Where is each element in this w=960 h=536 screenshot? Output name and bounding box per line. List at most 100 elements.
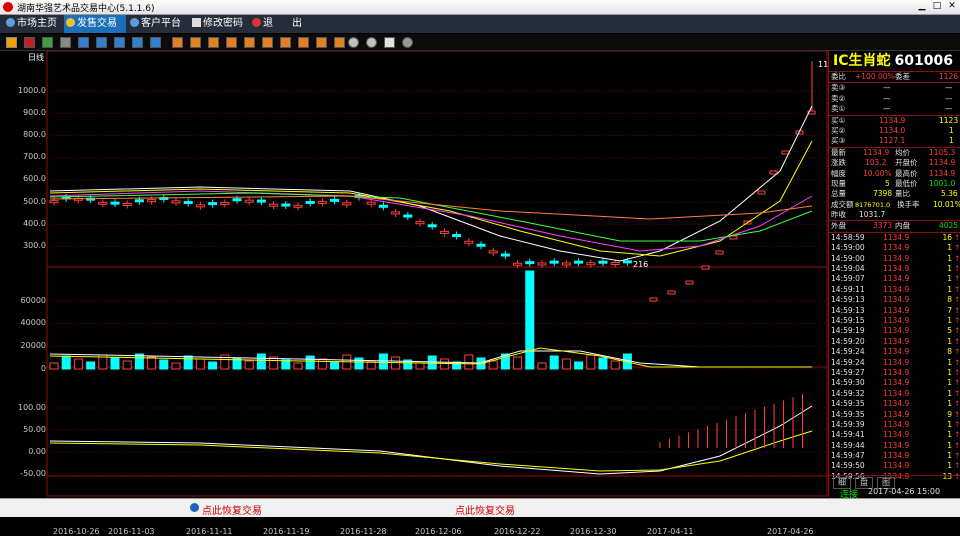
volume-bar: [379, 354, 387, 369]
maximize-button[interactable]: □: [930, 1, 944, 12]
volume-bar: [465, 355, 473, 369]
volume-bar: [209, 362, 217, 369]
menu-client-platform[interactable]: 客户平台: [128, 15, 188, 33]
date-tick: 2016-11-03: [108, 527, 155, 536]
title-bar: 湖南华强艺术品交易中心(5.1.1.6) ▁ □ ✕: [0, 0, 960, 15]
menu-issue-trade[interactable]: 发售交易: [64, 15, 126, 33]
date-tick: 2016-11-19: [263, 527, 310, 536]
zoom-out-icon[interactable]: [366, 37, 377, 48]
candle-body: [623, 261, 631, 263]
candle-body: [702, 266, 709, 269]
gear-icon[interactable]: [402, 37, 413, 48]
close-button[interactable]: ✕: [945, 1, 959, 12]
tool7-icon[interactable]: [280, 37, 291, 48]
volume-tick: 0: [2, 364, 46, 373]
candle-body: [209, 203, 217, 205]
candle-body: [611, 262, 619, 264]
tool6-icon[interactable]: [262, 37, 273, 48]
tool2-icon[interactable]: [190, 37, 201, 48]
stat-row: 总量 7398 量比 5.36: [829, 189, 960, 199]
stat-row: 现量 5 最低价 1001.0: [829, 179, 960, 189]
moving-average-line: [50, 106, 812, 261]
tool5-icon[interactable]: [244, 37, 255, 48]
tool4-icon[interactable]: [226, 37, 237, 48]
f2-icon[interactable]: [96, 37, 107, 48]
volume-bar: [160, 360, 168, 369]
menu-change-password[interactable]: 修改密码: [190, 15, 254, 33]
tool3-icon[interactable]: [208, 37, 219, 48]
tick-row: 14:58:59 1134.9 16 ↑: [829, 233, 960, 243]
resume-trade-link-2[interactable]: 点此恢复交易: [455, 502, 515, 517]
f5-icon[interactable]: [150, 37, 161, 48]
tick-row: 14:59:13 1134.9 8 ↑: [829, 295, 960, 305]
power-icon: [252, 18, 261, 27]
price-tick: 900.0: [2, 108, 46, 117]
volume-bar: [172, 363, 180, 369]
volume-bar: [294, 363, 302, 369]
volume-tick: 20000: [2, 341, 46, 350]
trend-icon[interactable]: [24, 37, 35, 48]
tick-row: 14:59:04 1134.9 1 ↑: [829, 264, 960, 274]
menu-exit[interactable]: 退: [250, 15, 278, 33]
resume-trade-link[interactable]: 点此恢复交易: [202, 502, 262, 517]
f3-icon[interactable]: [114, 37, 125, 48]
up-arrow-icon: ↑: [954, 389, 960, 399]
f1-icon[interactable]: [78, 37, 89, 48]
up-arrow-icon: ↑: [954, 274, 960, 284]
candle-body: [770, 171, 777, 174]
price-tick: 300.0: [2, 241, 46, 250]
volume-bar: [587, 355, 595, 369]
up-arrow-icon: ↑: [954, 254, 960, 264]
price-tick: 1000.0: [2, 86, 46, 95]
candle-body: [453, 235, 461, 237]
price-tick: 400.0: [2, 219, 46, 228]
sell-row: 卖② — —: [829, 94, 960, 104]
draw-icon[interactable]: [384, 37, 395, 48]
up-arrow-icon: ↑: [954, 285, 960, 295]
up-arrow-icon: ↑: [954, 264, 960, 274]
volume-bar: [123, 361, 131, 369]
window-title: 湖南华强艺术品交易中心(5.1.1.6): [17, 1, 155, 14]
date-tick: 2016-12-22: [494, 527, 541, 536]
tool1-icon[interactable]: [172, 37, 183, 48]
tick-row: 14:59:41 1134.9 1 ↑: [829, 430, 960, 440]
tick-row: 14:59:35 1134.9 1 ↑: [829, 399, 960, 409]
stat-row: 昨收 1031.7: [829, 210, 960, 220]
candle-body: [294, 205, 302, 207]
candle-body: [730, 236, 737, 239]
candle-body: [758, 191, 765, 194]
up-arrow-icon: ↑: [954, 233, 960, 243]
candle-body: [650, 298, 657, 301]
up-arrow-icon: ↑: [954, 368, 960, 378]
candle-body: [404, 215, 412, 217]
candle-body: [257, 200, 265, 202]
menu-market-home[interactable]: 市场主页: [4, 15, 64, 33]
stock-header: IC生肖蛇 601006: [829, 51, 960, 71]
indicator-tick: 50.00: [2, 425, 46, 434]
bars-icon[interactable]: [42, 37, 53, 48]
volume-bar: [318, 359, 326, 369]
globe-icon: [130, 18, 139, 27]
kline-chart[interactable]: 日线 1000.0 900.0 800.0 700.0 600.0 500.0 …: [0, 51, 828, 497]
menu-exit-2[interactable]: 出: [290, 15, 308, 33]
zoom-in-icon[interactable]: [348, 37, 359, 48]
kline-icon[interactable]: [6, 37, 17, 48]
volume-bar: [282, 360, 290, 369]
f4-icon[interactable]: [132, 37, 143, 48]
minimize-button[interactable]: ▁: [915, 1, 929, 12]
volume-bar: [62, 356, 70, 369]
price-tick: 500.0: [2, 197, 46, 206]
stock-code: 601006: [894, 53, 952, 69]
table-icon[interactable]: [60, 37, 71, 48]
tool8-icon[interactable]: [298, 37, 309, 48]
candle-body: [343, 203, 351, 205]
tool10-icon[interactable]: [334, 37, 345, 48]
tool9-icon[interactable]: [316, 37, 327, 48]
volume-bar: [87, 362, 95, 369]
candle-body: [148, 200, 156, 202]
tick-row: 14:59:39 1134.9 1 ↑: [829, 420, 960, 430]
tick-row: 14:59:20 1134.9 1 ↑: [829, 337, 960, 347]
up-arrow-icon: ↑: [954, 410, 960, 420]
bottom-bar: 点此恢复交易 点此恢复交易: [0, 498, 960, 517]
up-arrow-icon: ↑: [954, 420, 960, 430]
